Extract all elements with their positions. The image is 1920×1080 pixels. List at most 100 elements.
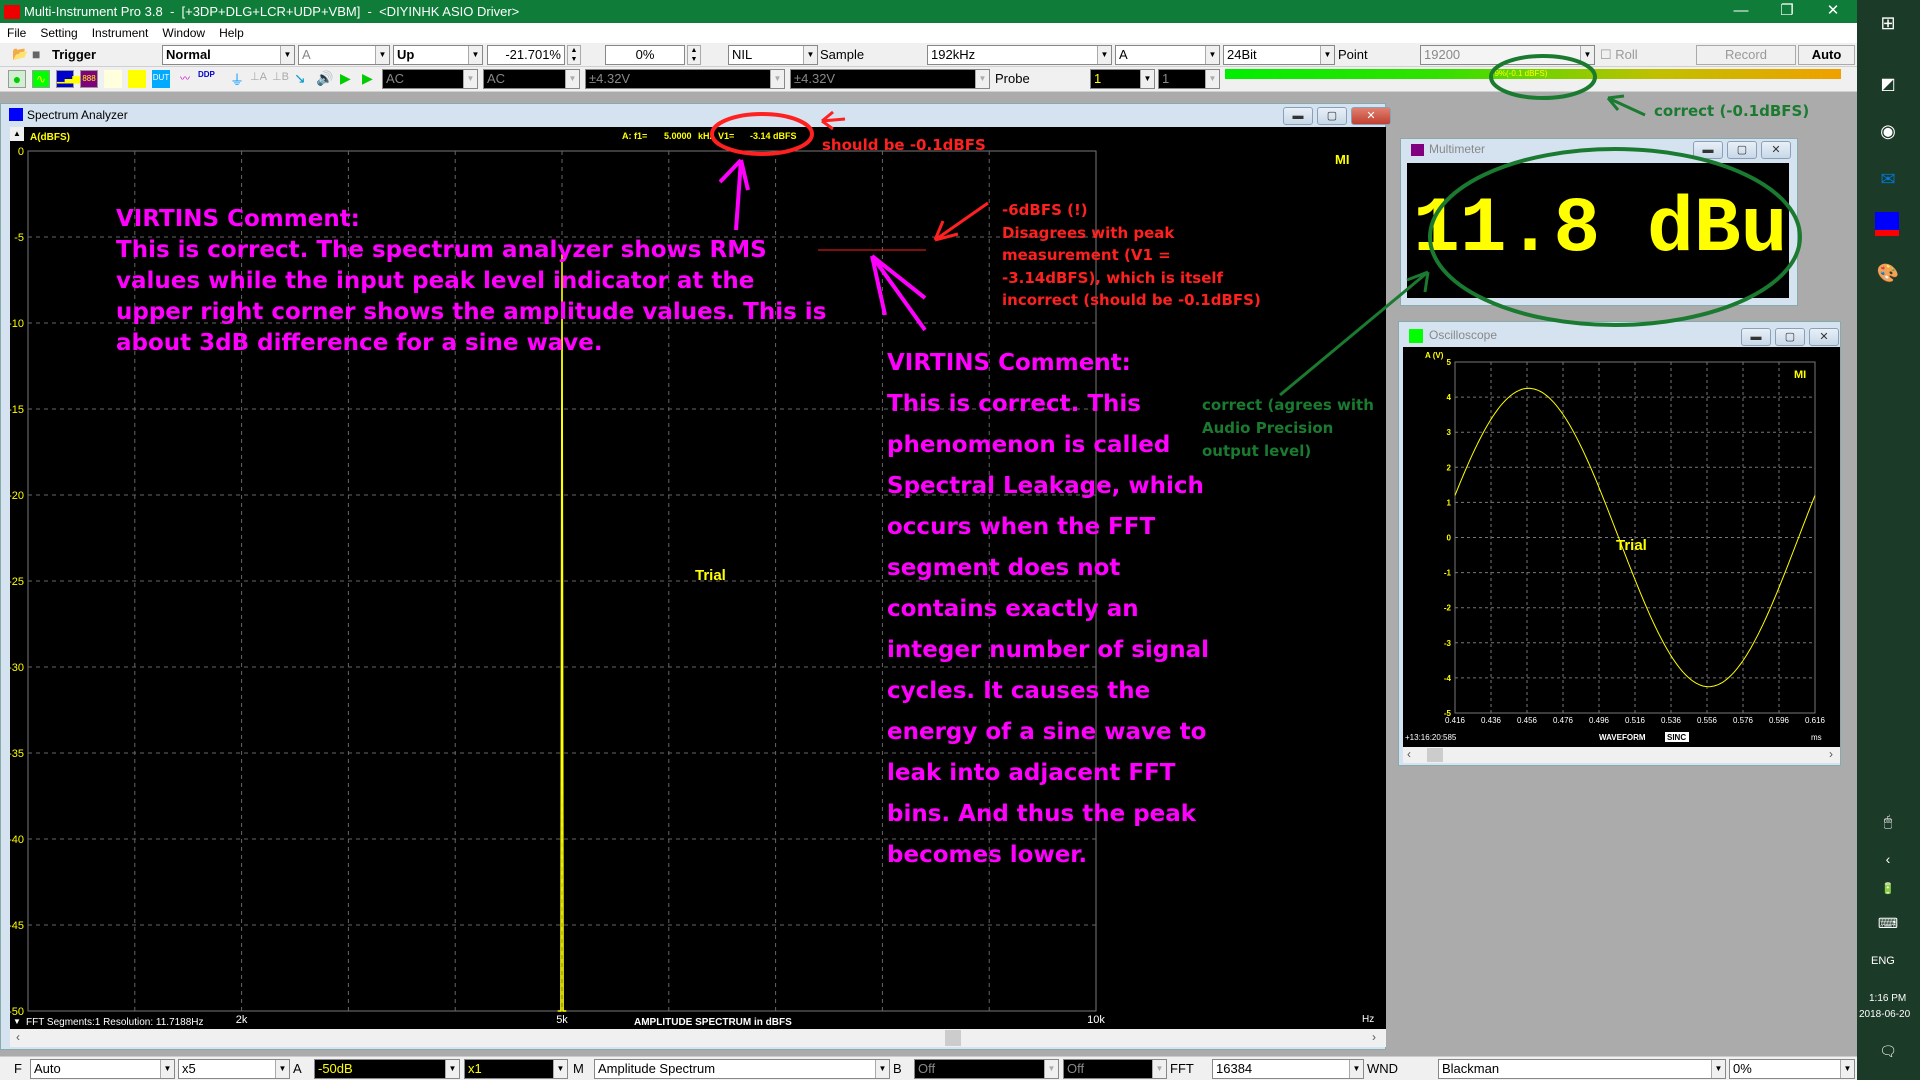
clock-date[interactable]: 2018-06-20 bbox=[1859, 1009, 1910, 1020]
spectrum-minimize-button[interactable]: ▬ bbox=[1283, 107, 1313, 125]
channel-a-ground-icon[interactable]: ⊥A bbox=[250, 70, 268, 88]
close-button[interactable]: ✕ bbox=[1810, 0, 1856, 23]
window-function-select[interactable]: Blackman ▼ bbox=[1438, 1059, 1726, 1079]
trigger-mode-select[interactable]: Normal ▼ bbox=[162, 45, 295, 65]
menu-file[interactable]: File bbox=[0, 26, 33, 40]
chevron-down-icon: ▼ bbox=[1152, 1060, 1166, 1078]
b-scale-select[interactable]: Off ▼ bbox=[1063, 1059, 1167, 1079]
auto-button[interactable]: Auto bbox=[1798, 45, 1855, 65]
oscilloscope-maximize-button[interactable]: ▢ bbox=[1775, 328, 1805, 346]
b-range-select[interactable]: Off ▼ bbox=[914, 1059, 1059, 1079]
probe-icon[interactable]: ⏚ bbox=[228, 70, 246, 88]
m-label: M bbox=[573, 1061, 584, 1076]
trigger-edge-select[interactable]: Up ▼ bbox=[393, 45, 483, 65]
sample-label: Sample bbox=[820, 47, 865, 62]
dds-icon[interactable] bbox=[104, 70, 122, 88]
scroll-thumb[interactable] bbox=[1427, 748, 1443, 762]
probe-b-select[interactable]: 1 ▼ bbox=[1158, 69, 1220, 89]
record-button[interactable]: Record bbox=[1696, 45, 1796, 65]
bit-depth-select[interactable]: 24Bit ▼ bbox=[1223, 45, 1335, 65]
sample-rate-value: 192kHz bbox=[931, 47, 976, 62]
trigger-delay-spinner[interactable]: ▲ ▼ bbox=[687, 45, 701, 65]
multimeter-minimize-button[interactable]: ▬ bbox=[1693, 141, 1723, 159]
points-select[interactable]: 19200 ▼ bbox=[1420, 45, 1595, 65]
frequency-range-select[interactable]: Auto ▼ bbox=[30, 1059, 175, 1079]
menu-help[interactable]: Help bbox=[212, 26, 251, 40]
roll-checkbox[interactable]: ☐ Roll bbox=[1600, 47, 1638, 63]
ddp-icon[interactable]: 〰 bbox=[176, 70, 194, 88]
zoom-select[interactable]: x5 ▼ bbox=[178, 1059, 290, 1079]
multi-instrument-taskbar-icon[interactable] bbox=[1875, 212, 1899, 236]
scroll-left-icon[interactable]: ‹ bbox=[16, 1030, 20, 1044]
fft-size-select[interactable]: 16384 ▼ bbox=[1212, 1059, 1364, 1079]
speaker-icon[interactable]: 🔊 bbox=[316, 70, 334, 88]
action-center-icon[interactable]: 🗨 bbox=[1875, 1038, 1901, 1064]
scroll-right-icon[interactable]: › bbox=[1829, 747, 1833, 761]
oscilloscope-x-tick-label: 0.496 bbox=[1589, 716, 1610, 725]
scroll-down-button[interactable]: ▼ bbox=[10, 1015, 24, 1029]
overlap-select[interactable]: 0% ▼ bbox=[1729, 1059, 1855, 1079]
clock-time[interactable]: 1:16 PM bbox=[1869, 993, 1906, 1004]
oscilloscope-horizontal-scrollbar[interactable]: ‹ › bbox=[1403, 747, 1840, 763]
menu-setting[interactable]: Setting bbox=[33, 26, 84, 40]
spectrum-analyzer-icon[interactable]: ∿ bbox=[32, 70, 50, 88]
trigger-level-input[interactable]: -21.701% bbox=[487, 45, 565, 65]
keyboard-icon[interactable]: ⌨ bbox=[1875, 910, 1901, 936]
play-icon[interactable]: ▶ bbox=[340, 70, 358, 88]
scroll-right-icon[interactable]: › bbox=[1372, 1030, 1376, 1044]
save-icon[interactable]: ■ bbox=[32, 46, 50, 64]
probe-a-select[interactable]: 1 ▼ bbox=[1090, 69, 1155, 89]
chrome-icon[interactable]: ◉ bbox=[1875, 118, 1901, 144]
battery-icon[interactable]: 🔋 bbox=[1875, 876, 1901, 902]
trigger-level-spinner[interactable]: ▲ ▼ bbox=[567, 45, 581, 65]
spectrum-horizontal-scrollbar[interactable]: ‹ › bbox=[10, 1029, 1386, 1047]
scroll-left-icon[interactable]: ‹ bbox=[1407, 747, 1411, 761]
trigger-source-select[interactable]: NIL ▼ bbox=[728, 45, 818, 65]
sample-rate-select[interactable]: 192kHz ▼ bbox=[927, 45, 1112, 65]
restore-button[interactable]: ❐ bbox=[1764, 0, 1810, 23]
mode-select[interactable]: Amplitude Spectrum ▼ bbox=[594, 1059, 890, 1079]
oscilloscope-icon[interactable]: ● bbox=[8, 70, 26, 88]
trigger-channel-select[interactable]: A ▼ bbox=[298, 45, 390, 65]
trigger-delay-input[interactable]: 0% bbox=[605, 45, 685, 65]
paint-icon[interactable]: 🎨 bbox=[1875, 260, 1901, 286]
language-indicator[interactable]: ENG bbox=[1871, 955, 1895, 967]
channel-select[interactable]: A ▼ bbox=[1115, 45, 1220, 65]
oscilloscope-x-ticks: 0.416 0.436 0.456 0.476 0.496 0.516 0.536 0.556… bbox=[1445, 716, 1826, 725]
spectrum-close-button[interactable]: ✕ bbox=[1351, 107, 1391, 125]
coupling-a-select[interactable]: AC ▼ bbox=[382, 69, 478, 89]
spectrum-maximize-button[interactable]: ▢ bbox=[1317, 107, 1347, 125]
menu-window[interactable]: Window bbox=[155, 26, 212, 40]
oscilloscope-close-button[interactable]: ✕ bbox=[1809, 328, 1839, 346]
channel-b-ground-icon[interactable]: ⊥B bbox=[272, 70, 290, 88]
data-logger-icon[interactable]: DUT bbox=[152, 70, 170, 88]
mouse-icon[interactable]: 🖱 bbox=[1875, 808, 1901, 834]
coupling-a-value: AC bbox=[386, 71, 405, 86]
minimize-button[interactable]: — bbox=[1718, 0, 1764, 23]
scroll-thumb[interactable] bbox=[945, 1030, 961, 1046]
menu-instrument[interactable]: Instrument bbox=[85, 26, 156, 40]
range-a-select[interactable]: ±4.32V ▼ bbox=[585, 69, 785, 89]
windows-start-icon[interactable]: ⊞ bbox=[1875, 10, 1901, 36]
scroll-up-button[interactable]: ▲ bbox=[10, 127, 24, 141]
a-scale-select[interactable]: x1 ▼ bbox=[464, 1059, 568, 1079]
multimeter-close-button[interactable]: ✕ bbox=[1761, 141, 1791, 159]
range-b-select[interactable]: ±4.32V ▼ bbox=[790, 69, 990, 89]
multimeter-icon[interactable]: ▁▃▅ bbox=[56, 70, 80, 88]
show-hidden-icons-chevron[interactable]: ‹ bbox=[1875, 846, 1901, 872]
calibration-icon[interactable]: DDP bbox=[198, 70, 216, 88]
coupling-b-select[interactable]: AC ▼ bbox=[483, 69, 580, 89]
open-icon[interactable]: 📂 bbox=[12, 46, 30, 64]
signal-generator-icon[interactable]: 888 bbox=[80, 70, 98, 88]
tablet-mode-icon[interactable]: ◩ bbox=[1875, 72, 1901, 98]
oscilloscope-minimize-button[interactable]: ▬ bbox=[1741, 328, 1771, 346]
device-test-icon[interactable] bbox=[128, 70, 146, 88]
virtins-comment-line: segment does not bbox=[887, 555, 1121, 581]
oscilloscope-x-tick-label: 0.596 bbox=[1769, 716, 1790, 725]
a-range-select[interactable]: -50dB ▼ bbox=[314, 1059, 460, 1079]
oscilloscope-plot[interactable]: 5 4 3 2 1 0 -1 -2 -3 -4 -5 0.416 0.436 0.456 0.476 0.4… bbox=[1403, 347, 1840, 747]
link-icon[interactable]: ↘ bbox=[294, 70, 312, 88]
outlook-icon[interactable]: ✉ bbox=[1875, 166, 1901, 192]
multimeter-maximize-button[interactable]: ▢ bbox=[1727, 141, 1757, 159]
play-once-icon[interactable]: ▶ bbox=[362, 70, 380, 88]
